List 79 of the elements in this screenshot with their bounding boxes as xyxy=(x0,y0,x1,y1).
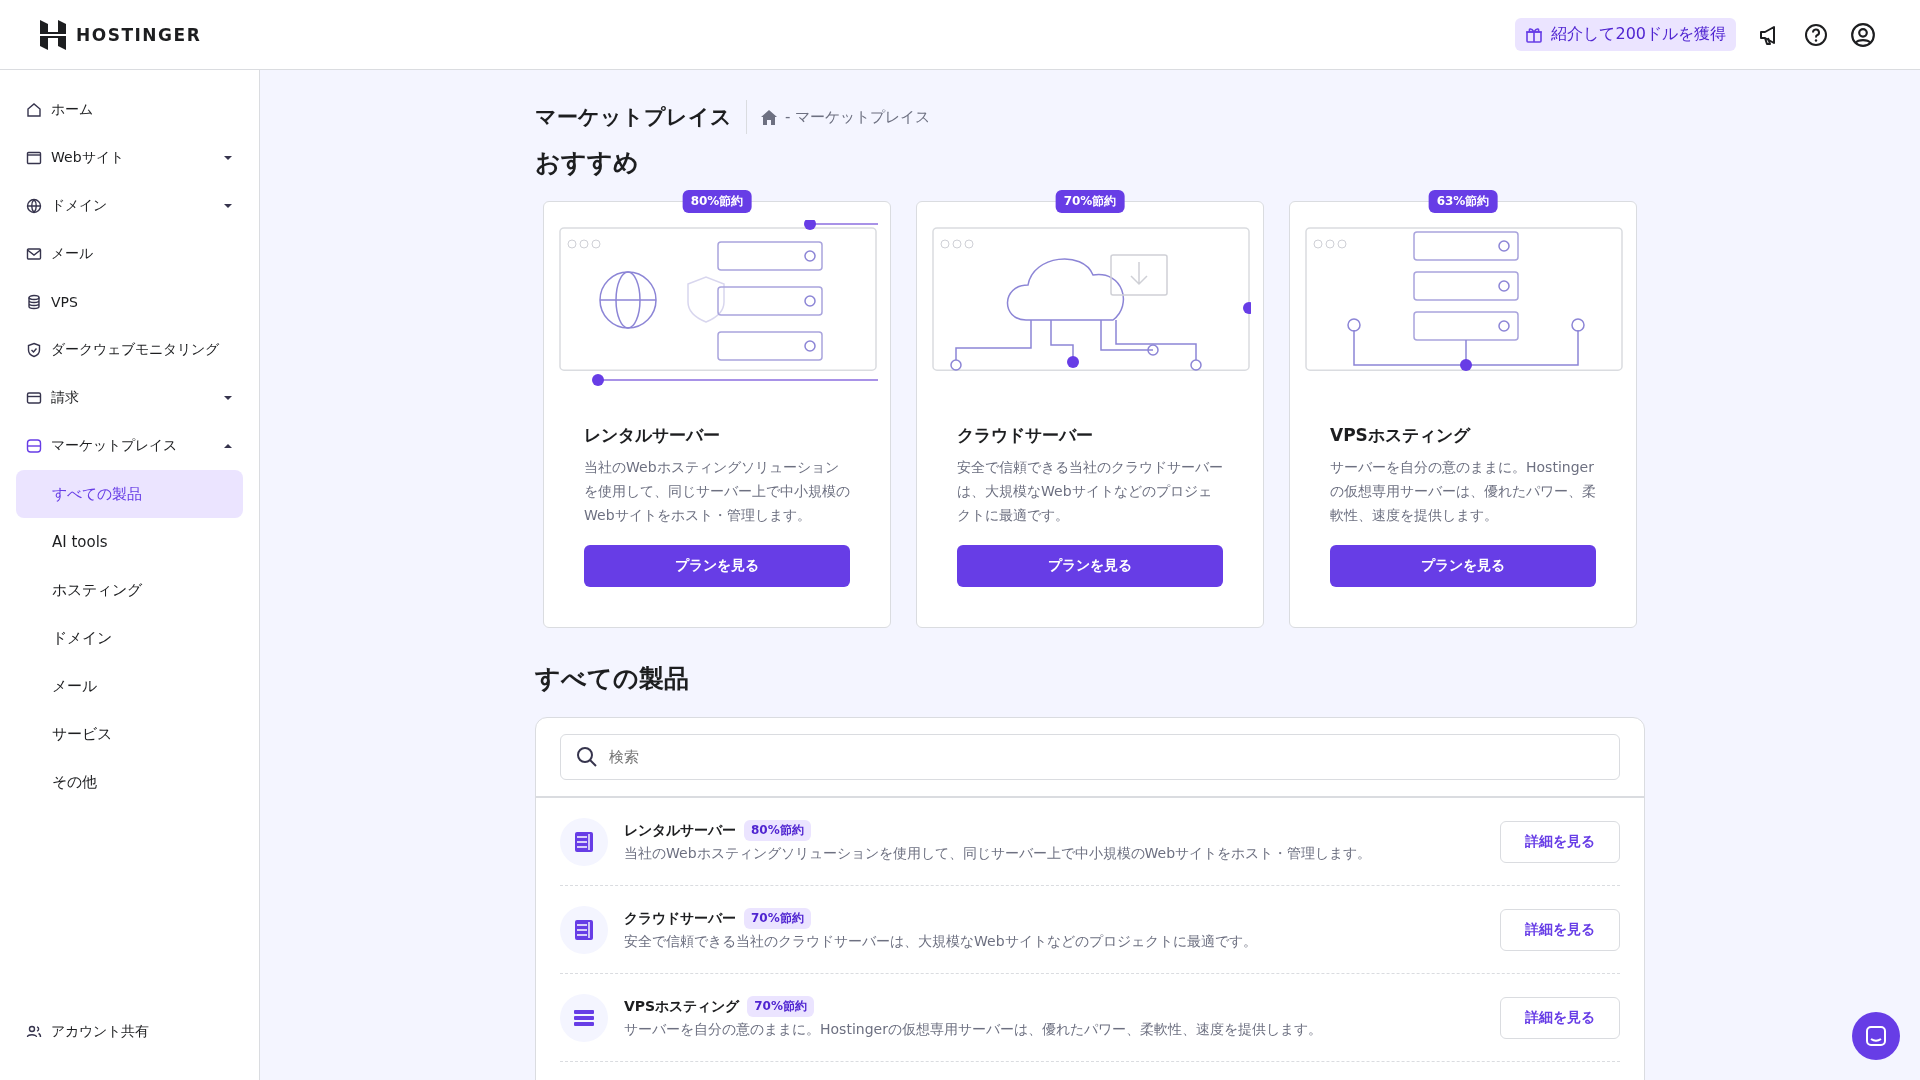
product-title: レンタルサーバー xyxy=(624,821,736,840)
sidebar-label: ドメイン xyxy=(51,197,108,215)
product-description: サーバーを自分の意のままに。Hostingerの仮想専用サーバーは、優れたパワー、柔軟性、速度を提供します。 xyxy=(624,1021,1323,1039)
chat-button[interactable] xyxy=(1852,1012,1900,1060)
account-icon[interactable] xyxy=(1850,21,1876,48)
sidebar-item[interactable]: ドメイン xyxy=(16,182,243,230)
storefront-icon xyxy=(26,438,42,454)
sidebar-label: 請求 xyxy=(51,389,80,407)
server-rack-icon xyxy=(560,817,608,866)
submenu-item[interactable]: サービス xyxy=(16,710,243,758)
page-title: マーケットプレイス xyxy=(535,100,747,134)
sidebar-item[interactable]: アカウント共有 xyxy=(16,1008,243,1056)
referral-button[interactable]: 紹介して200ドルを獲得 xyxy=(1515,18,1736,51)
product-description: 安全で信頼できる当社のクラウドサーバーは、大規模なWebサイトなどのプロジェクトに最適です。 xyxy=(624,933,1258,951)
sidebar-label: Webサイト xyxy=(51,149,125,167)
card-description: サーバーを自分の意のままに。Hostingerの仮想専用サーバーは、優れたパワー、柔軟性、速度を提供します。 xyxy=(1330,458,1596,525)
home-icon[interactable] xyxy=(761,109,777,125)
sidebar-item[interactable]: マーケットプレイス xyxy=(16,422,243,470)
sidebar-label: VPS xyxy=(51,294,79,310)
help-icon[interactable] xyxy=(1804,22,1828,47)
sidebar-item[interactable]: Webサイト xyxy=(16,134,243,182)
product-description: 当社のWebホスティングソリューションを使用して、同じサーバー上で中小規模のWebサイトをホスト・管理します。 xyxy=(624,845,1373,863)
server-rack-icon xyxy=(560,905,608,954)
logo-icon xyxy=(40,19,66,50)
submenu-item[interactable]: ドメイン xyxy=(16,614,243,662)
sidebar-label: アカウント共有 xyxy=(51,1023,150,1041)
envelope-icon xyxy=(26,246,42,262)
submenu-item[interactable]: その他 xyxy=(16,758,243,806)
sidebar-item[interactable]: VPS xyxy=(16,278,243,326)
discount-badge: 80%節約 xyxy=(744,820,811,841)
discount-badge: 80%節約 xyxy=(682,190,752,213)
brand-name: HOSTINGER xyxy=(76,24,202,45)
sidebar-label: ダークウェブモニタリング xyxy=(51,341,220,359)
stacked-bars-icon xyxy=(560,993,608,1042)
submenu-item[interactable]: ホスティング xyxy=(16,566,243,614)
sidebar-item[interactable]: 請求 xyxy=(16,374,243,422)
submenu-item[interactable]: すべての製品 xyxy=(16,470,243,518)
discount-badge: 70%節約 xyxy=(747,996,814,1017)
view-plans-button[interactable]: プランを見る xyxy=(957,545,1223,587)
home-icon xyxy=(26,102,42,118)
sidebar-label: メール xyxy=(51,245,94,263)
browser-window-icon xyxy=(26,150,42,166)
sidebar-label: ホーム xyxy=(51,101,94,119)
chat-icon xyxy=(1864,1024,1888,1048)
view-plans-button[interactable]: プランを見る xyxy=(1330,545,1596,587)
card-description: 当社のWebホスティングソリューションを使用して、同じサーバー上で中小規模のWebサイトをホスト・管理します。 xyxy=(584,458,850,525)
caret-icon[interactable] xyxy=(223,443,233,449)
caret-icon[interactable] xyxy=(223,203,233,209)
details-button[interactable]: 詳細を見る xyxy=(1500,908,1620,951)
sidebar-item[interactable]: メール xyxy=(16,230,243,278)
view-plans-button[interactable]: プランを見る xyxy=(584,545,850,587)
product-title: クラウドサーバー xyxy=(624,909,736,928)
discount-badge: 70%節約 xyxy=(744,908,811,929)
caret-icon[interactable] xyxy=(223,155,233,161)
card-description: 安全で信頼できる当社のクラウドサーバーは、大規模なWebサイトなどのプロジェクトに最適です。 xyxy=(957,458,1223,525)
gift-icon xyxy=(1525,25,1544,44)
users-icon xyxy=(26,1024,42,1040)
card-title: VPSホスティング xyxy=(1330,424,1472,447)
submenu-item[interactable]: メール xyxy=(16,662,243,710)
caret-icon[interactable] xyxy=(223,395,233,401)
details-button[interactable]: 詳細を見る xyxy=(1500,820,1620,863)
section-heading: すべての製品 xyxy=(535,663,690,695)
details-button[interactable]: 詳細を見る xyxy=(1500,996,1620,1039)
card-title: クラウドサーバー xyxy=(957,424,1094,447)
discount-badge: 63%節約 xyxy=(1428,190,1498,213)
database-icon xyxy=(26,294,42,310)
sidebar-item[interactable]: ホーム xyxy=(16,86,243,134)
shield-icon xyxy=(26,342,42,358)
sidebar-item[interactable]: ダークウェブモニタリング xyxy=(16,326,243,374)
credit-card-icon xyxy=(26,390,42,406)
sidebar-label: マーケットプレイス xyxy=(51,437,178,455)
product-title: VPSホスティング xyxy=(624,997,740,1016)
search-field[interactable]: 検索 xyxy=(560,734,1620,780)
card-title: レンタルサーバー xyxy=(584,424,721,447)
section-heading: おすすめ xyxy=(535,147,640,179)
discount-badge: 70%節約 xyxy=(1055,190,1125,213)
breadcrumb: - マーケットプレイス xyxy=(785,107,931,127)
globe-icon xyxy=(26,198,42,214)
submenu-item[interactable]: AI tools xyxy=(16,518,243,566)
